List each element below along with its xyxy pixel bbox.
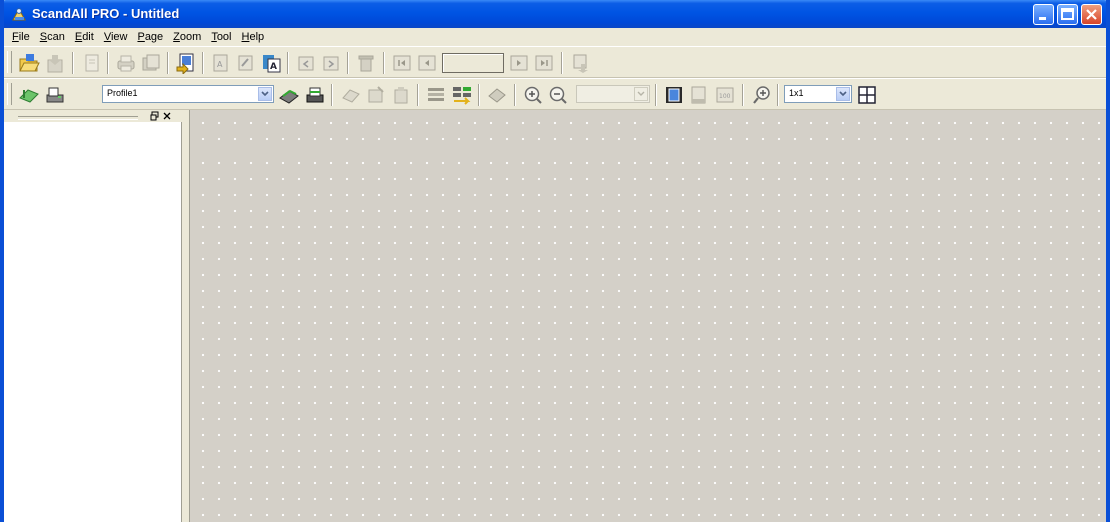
menu-file[interactable]: File <box>8 31 34 43</box>
toolbar-separator <box>107 52 109 74</box>
toolbar-separator <box>777 84 779 106</box>
svg-text:100: 100 <box>719 93 731 100</box>
scan-settings-icon[interactable] <box>340 84 362 106</box>
panel-grip <box>18 116 138 120</box>
fit-width-icon[interactable] <box>688 84 710 106</box>
menu-bar: File Scan Edit View Page Zoom Tool Help <box>4 28 1106 46</box>
toolbar-grip[interactable] <box>7 51 12 73</box>
minimize-button[interactable] <box>1033 4 1054 25</box>
profile-select[interactable]: Profile1 <box>102 85 274 103</box>
document-canvas[interactable] <box>190 150 1106 522</box>
toolbar-separator <box>331 84 333 106</box>
toolbar-separator <box>514 84 516 106</box>
menu-edit[interactable]: Edit <box>71 31 98 43</box>
first-page-icon[interactable] <box>391 52 413 74</box>
panel-splitter[interactable] <box>182 110 190 522</box>
document-canvas-top <box>190 110 1106 150</box>
profile-select-value: Profile1 <box>107 88 138 98</box>
grid-layout-icon[interactable] <box>856 84 878 106</box>
print-icon[interactable] <box>115 52 137 74</box>
page-number-field[interactable] <box>442 53 504 73</box>
open-folder-icon[interactable] <box>18 52 40 74</box>
new-document-icon[interactable] <box>81 52 103 74</box>
thumbnail-list-icon[interactable] <box>425 84 447 106</box>
toolbar-separator <box>202 52 204 74</box>
page-layout-value: 1x1 <box>789 88 804 98</box>
menu-help[interactable]: Help <box>238 31 269 43</box>
window-title: ScandAll PRO - Untitled <box>32 6 180 21</box>
scanner-icon[interactable] <box>44 84 66 106</box>
fit-page-icon[interactable] <box>663 84 685 106</box>
scan-green-icon[interactable] <box>18 84 40 106</box>
app-window: ScandAll PRO - Untitled File Scan Edit V… <box>0 0 1110 522</box>
thumbnail-panel[interactable] <box>4 110 182 522</box>
actual-size-icon[interactable]: 100 <box>714 84 736 106</box>
chevron-down-icon[interactable] <box>634 87 648 101</box>
toolbar-grip[interactable] <box>7 83 12 105</box>
menu-tool[interactable]: Tool <box>207 31 235 43</box>
scandall-app-icon <box>11 6 27 22</box>
zoom-level-select[interactable] <box>576 85 650 103</box>
scan-toolbar: Profile1 100 1x1 <box>4 78 1106 110</box>
toolbar-separator <box>478 84 480 106</box>
rotate-left-icon[interactable] <box>295 52 317 74</box>
sort-pages-icon[interactable] <box>451 84 473 106</box>
magnifier-icon[interactable] <box>751 84 773 106</box>
panel-restore-icon[interactable] <box>150 111 160 121</box>
menu-scan[interactable]: Scan <box>36 31 69 43</box>
eraser-icon[interactable] <box>486 84 508 106</box>
toolbar-separator <box>742 84 744 106</box>
export-icon[interactable] <box>175 52 197 74</box>
last-page-icon[interactable] <box>533 52 555 74</box>
previous-page-icon[interactable] <box>416 52 438 74</box>
svg-text:A: A <box>217 60 223 69</box>
ocr-icon[interactable]: A <box>210 52 232 74</box>
svg-text:A: A <box>270 62 277 72</box>
menu-view[interactable]: View <box>100 31 132 43</box>
delete-trash-icon[interactable] <box>355 52 377 74</box>
zoom-in-icon[interactable] <box>522 84 544 106</box>
page-layout-select[interactable]: 1x1 <box>784 85 852 103</box>
toolbar-separator <box>72 52 74 74</box>
toolbar-separator <box>655 84 657 106</box>
toolbar-separator <box>167 52 169 74</box>
toolbar-separator <box>347 52 349 74</box>
toolbar-separator <box>383 52 385 74</box>
text-recognition-icon[interactable]: A <box>260 52 282 74</box>
chevron-down-icon[interactable] <box>258 87 272 101</box>
insert-page-icon[interactable] <box>570 52 592 74</box>
save-file-icon[interactable] <box>44 52 66 74</box>
scan-stop-icon[interactable] <box>390 84 412 106</box>
scan-cancel-icon[interactable] <box>365 84 387 106</box>
rotate-right-icon[interactable] <box>320 52 342 74</box>
title-bar[interactable]: ScandAll PRO - Untitled <box>4 0 1106 28</box>
batch-scan-icon[interactable] <box>304 84 326 106</box>
thumbnail-panel-header <box>4 110 182 122</box>
menu-zoom[interactable]: Zoom <box>169 31 205 43</box>
menu-page[interactable]: Page <box>133 31 167 43</box>
edit-annotation-icon[interactable] <box>235 52 257 74</box>
zoom-out-icon[interactable] <box>547 84 569 106</box>
maximize-button[interactable] <box>1057 4 1078 25</box>
print-preview-icon[interactable] <box>140 52 162 74</box>
toolbar-separator <box>287 52 289 74</box>
toolbar-separator <box>561 52 563 74</box>
next-page-icon[interactable] <box>508 52 530 74</box>
toolbar-separator <box>417 84 419 106</box>
panel-close-icon[interactable] <box>162 111 172 121</box>
chevron-down-icon[interactable] <box>836 87 850 101</box>
close-button[interactable] <box>1081 4 1102 25</box>
scan-feeder-icon[interactable] <box>278 84 300 106</box>
main-toolbar: A A <box>4 46 1106 78</box>
